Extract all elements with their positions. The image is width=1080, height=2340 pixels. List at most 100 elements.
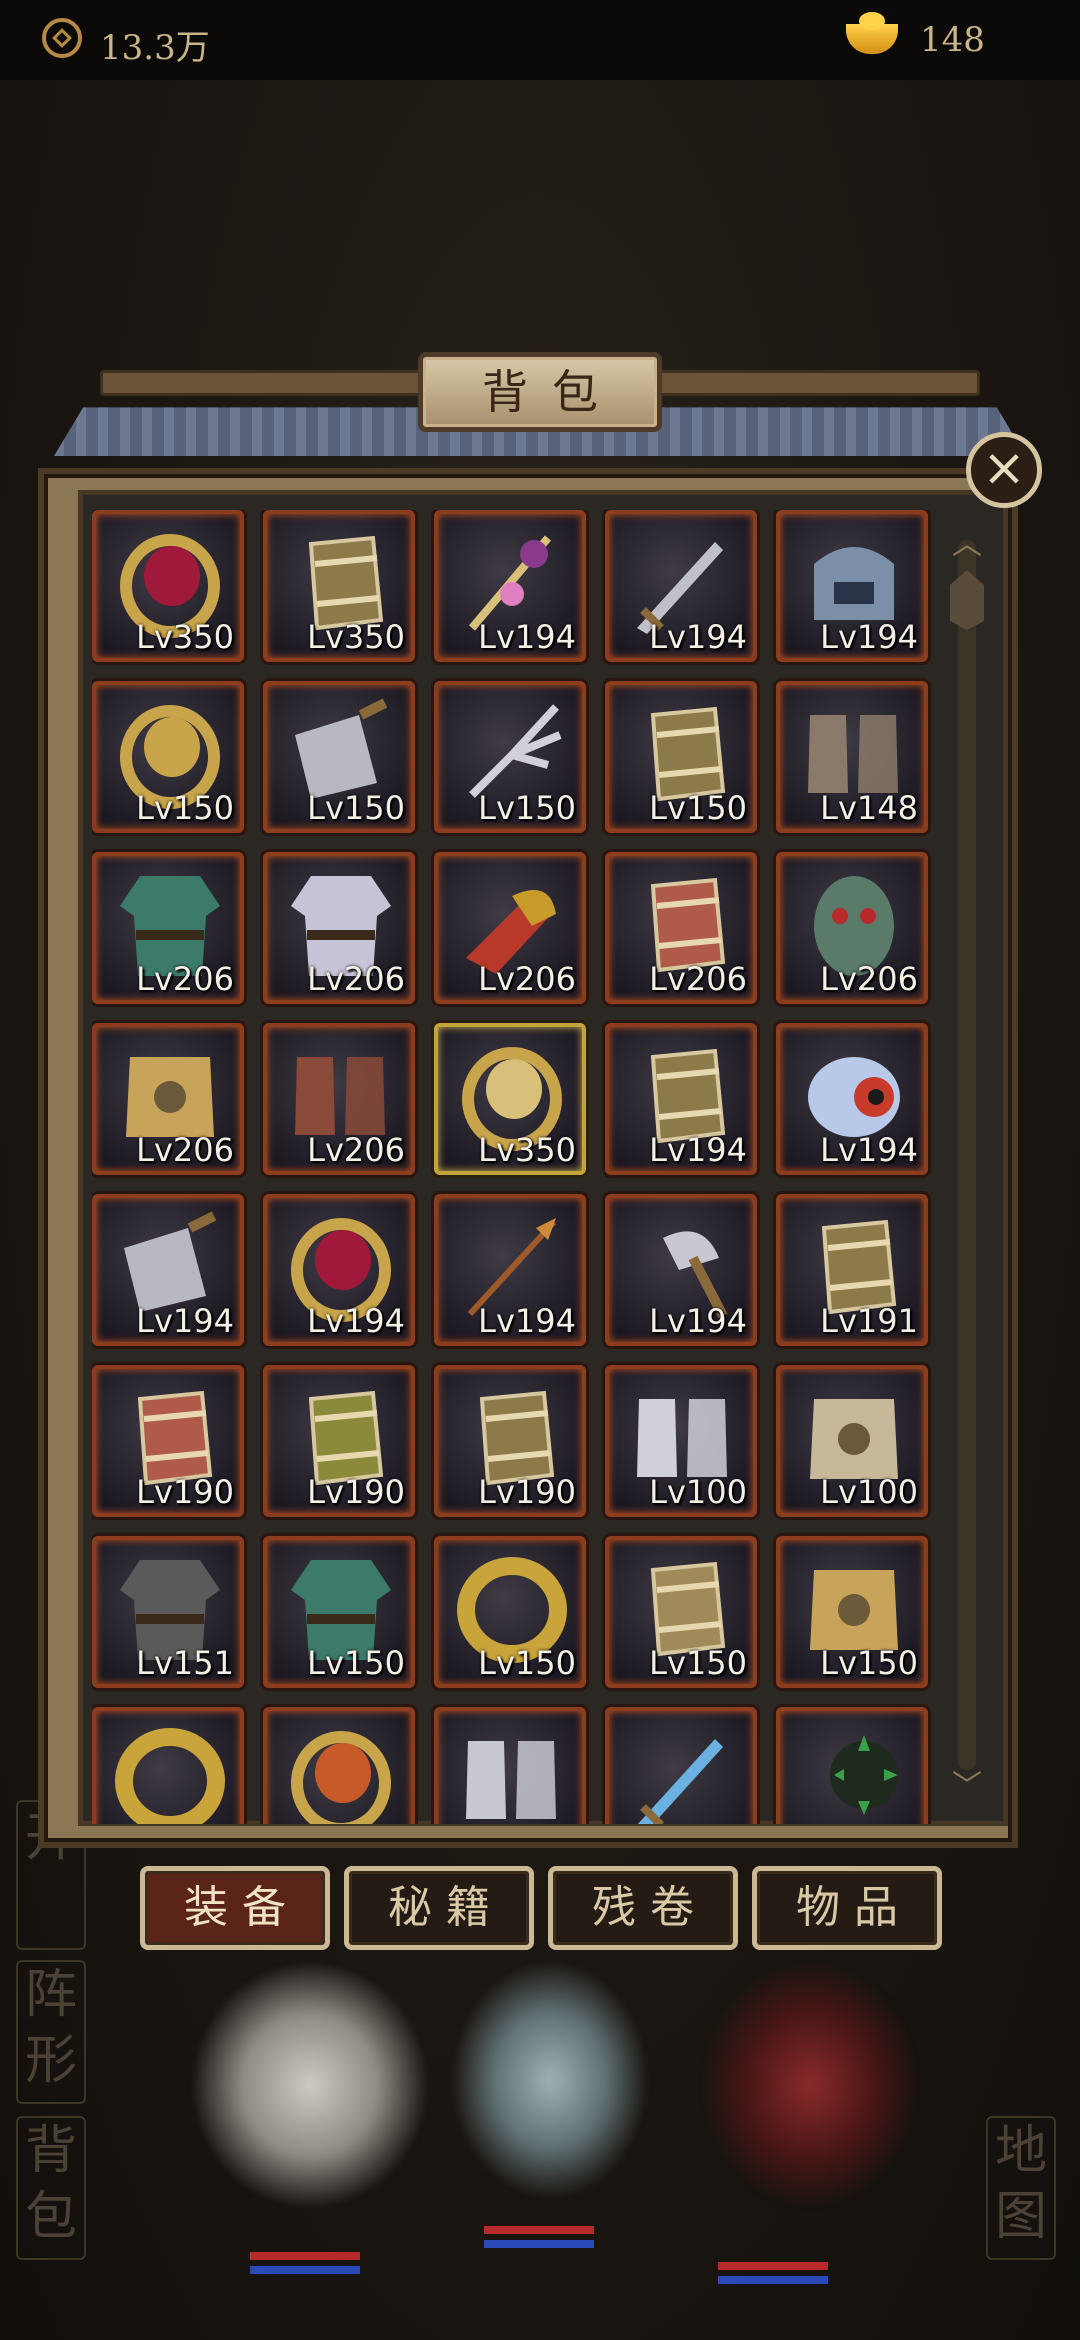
- copper-coin-icon: [42, 18, 82, 58]
- inventory-slot[interactable]: Lv150: [776, 1536, 928, 1688]
- inventory-slot[interactable]: Lv151: [92, 1536, 244, 1688]
- inventory-slot[interactable]: Lv194: [605, 1023, 757, 1175]
- inventory-slot[interactable]: Lv206: [263, 852, 415, 1004]
- item-level-label: Lv150: [820, 1644, 918, 1682]
- tab-manuals[interactable]: 秘籍: [344, 1866, 534, 1950]
- inventory-slot[interactable]: Lv190: [263, 1365, 415, 1517]
- inventory-slot[interactable]: Lv148: [776, 681, 928, 833]
- tab-fragments[interactable]: 残卷: [548, 1866, 738, 1950]
- side-tag-formation[interactable]: 阵形: [16, 1960, 86, 2104]
- panel-title: 背包: [482, 365, 622, 419]
- character-left[interactable]: [190, 1960, 430, 2210]
- top-bar: 13.3万 148: [0, 0, 1080, 80]
- inventory-slot[interactable]: Lv150: [434, 681, 586, 833]
- character-right[interactable]: [700, 1960, 920, 2210]
- inventory-slot[interactable]: Lv150: [92, 681, 244, 833]
- inventory-slot[interactable]: Lv194: [605, 1194, 757, 1346]
- item-level-label: Lv206: [307, 960, 405, 998]
- inventory-slot[interactable]: Lv194: [776, 1023, 928, 1175]
- inventory-slot[interactable]: Lv150: [263, 1536, 415, 1688]
- item-level-label: Lv150: [478, 1644, 576, 1682]
- item-level-label: Lv150: [649, 789, 747, 827]
- gold-value: 148: [920, 20, 985, 60]
- item-level-label: Lv190: [136, 1473, 234, 1511]
- inventory-slot[interactable]: [434, 1707, 586, 1824]
- inventory-slot[interactable]: Lv350: [92, 510, 244, 662]
- inventory-slot[interactable]: Lv194: [92, 1194, 244, 1346]
- ring-icon: [281, 1721, 401, 1824]
- item-level-label: Lv191: [820, 1302, 918, 1340]
- item-level-label: Lv100: [649, 1473, 747, 1511]
- item-level-label: Lv190: [307, 1473, 405, 1511]
- inventory-slot[interactable]: Lv206: [92, 852, 244, 1004]
- inventory-slot[interactable]: [605, 1707, 757, 1824]
- character-middle[interactable]: [450, 1960, 650, 2200]
- inventory-slot[interactable]: Lv194: [263, 1194, 415, 1346]
- item-level-label: Lv206: [820, 960, 918, 998]
- inventory-slot[interactable]: Lv150: [263, 681, 415, 833]
- item-level-label: Lv190: [478, 1473, 576, 1511]
- inventory-slot[interactable]: Lv150: [605, 681, 757, 833]
- item-level-label: Lv150: [307, 789, 405, 827]
- close-icon: ×: [982, 438, 1026, 498]
- inventory-slot[interactable]: Lv100: [605, 1365, 757, 1517]
- inventory-slot[interactable]: Lv190: [434, 1365, 586, 1517]
- character-middle-mp-bar: [484, 2240, 594, 2248]
- inventory-slot[interactable]: Lv194: [605, 510, 757, 662]
- item-level-label: Lv150: [478, 789, 576, 827]
- item-level-label: Lv206: [649, 960, 747, 998]
- inventory-slot[interactable]: [776, 1707, 928, 1824]
- side-tag-bag[interactable]: 背包: [16, 2116, 86, 2260]
- mace-icon: [794, 1721, 914, 1824]
- item-level-label: Lv194: [478, 1302, 576, 1340]
- close-button[interactable]: ×: [966, 432, 1042, 508]
- inventory-slot[interactable]: Lv150: [605, 1536, 757, 1688]
- tab-equipment[interactable]: 装备: [140, 1866, 330, 1950]
- item-level-label: Lv150: [649, 1644, 747, 1682]
- item-level-label: Lv194: [478, 618, 576, 656]
- item-level-label: Lv206: [136, 960, 234, 998]
- inventory-slot[interactable]: Lv190: [92, 1365, 244, 1517]
- inventory-slot[interactable]: Lv206: [434, 852, 586, 1004]
- item-level-label: Lv350: [307, 618, 405, 656]
- inventory-slot[interactable]: Lv194: [776, 510, 928, 662]
- scroll-down-chevron-icon[interactable]: ﹀: [950, 1772, 984, 1802]
- inventory-slot[interactable]: Lv206: [263, 1023, 415, 1175]
- scroll-up-chevron-icon[interactable]: ︿: [950, 530, 984, 560]
- panel-title-plaque: 背包: [418, 352, 662, 432]
- item-level-label: Lv206: [307, 1131, 405, 1169]
- inventory-slot[interactable]: Lv206: [605, 852, 757, 1004]
- inventory-slot[interactable]: [92, 1707, 244, 1824]
- inventory-slot[interactable]: Lv191: [776, 1194, 928, 1346]
- item-level-label: Lv194: [649, 1302, 747, 1340]
- item-level-label: Lv150: [136, 789, 234, 827]
- item-level-label: Lv151: [136, 1644, 234, 1682]
- bangle-icon: [110, 1721, 230, 1824]
- inventory-slot[interactable]: Lv350: [263, 510, 415, 662]
- character-left-hp-bar: [250, 2252, 360, 2260]
- tab-items[interactable]: 物品: [752, 1866, 942, 1950]
- character-right-mp-bar: [718, 2276, 828, 2284]
- inventory-slot[interactable]: [263, 1707, 415, 1824]
- gold-ingot-icon: [846, 12, 898, 54]
- item-level-label: Lv206: [136, 1131, 234, 1169]
- inventory-slot[interactable]: Lv150: [434, 1536, 586, 1688]
- inventory-slot[interactable]: Lv194: [434, 510, 586, 662]
- side-tag-map-label: 地图: [994, 2121, 1047, 2247]
- inventory-slot[interactable]: Lv206: [776, 852, 928, 1004]
- inventory-slot[interactable]: Lv100: [776, 1365, 928, 1517]
- inventory-slot[interactable]: Lv206: [92, 1023, 244, 1175]
- money-value: 13.3万: [100, 28, 210, 68]
- scrollbar-track[interactable]: [958, 540, 976, 1770]
- inventory-slot[interactable]: Lv194: [434, 1194, 586, 1346]
- item-level-label: Lv100: [820, 1473, 918, 1511]
- item-level-label: Lv194: [649, 1131, 747, 1169]
- character-right-hp-bar: [718, 2262, 828, 2270]
- item-level-label: Lv194: [307, 1302, 405, 1340]
- inventory-slot[interactable]: Lv350: [434, 1023, 586, 1175]
- character-left-mp-bar: [250, 2266, 360, 2274]
- item-level-label: Lv194: [649, 618, 747, 656]
- side-tag-map[interactable]: 地图: [986, 2116, 1056, 2260]
- item-level-label: Lv206: [478, 960, 576, 998]
- item-level-label: Lv194: [820, 1131, 918, 1169]
